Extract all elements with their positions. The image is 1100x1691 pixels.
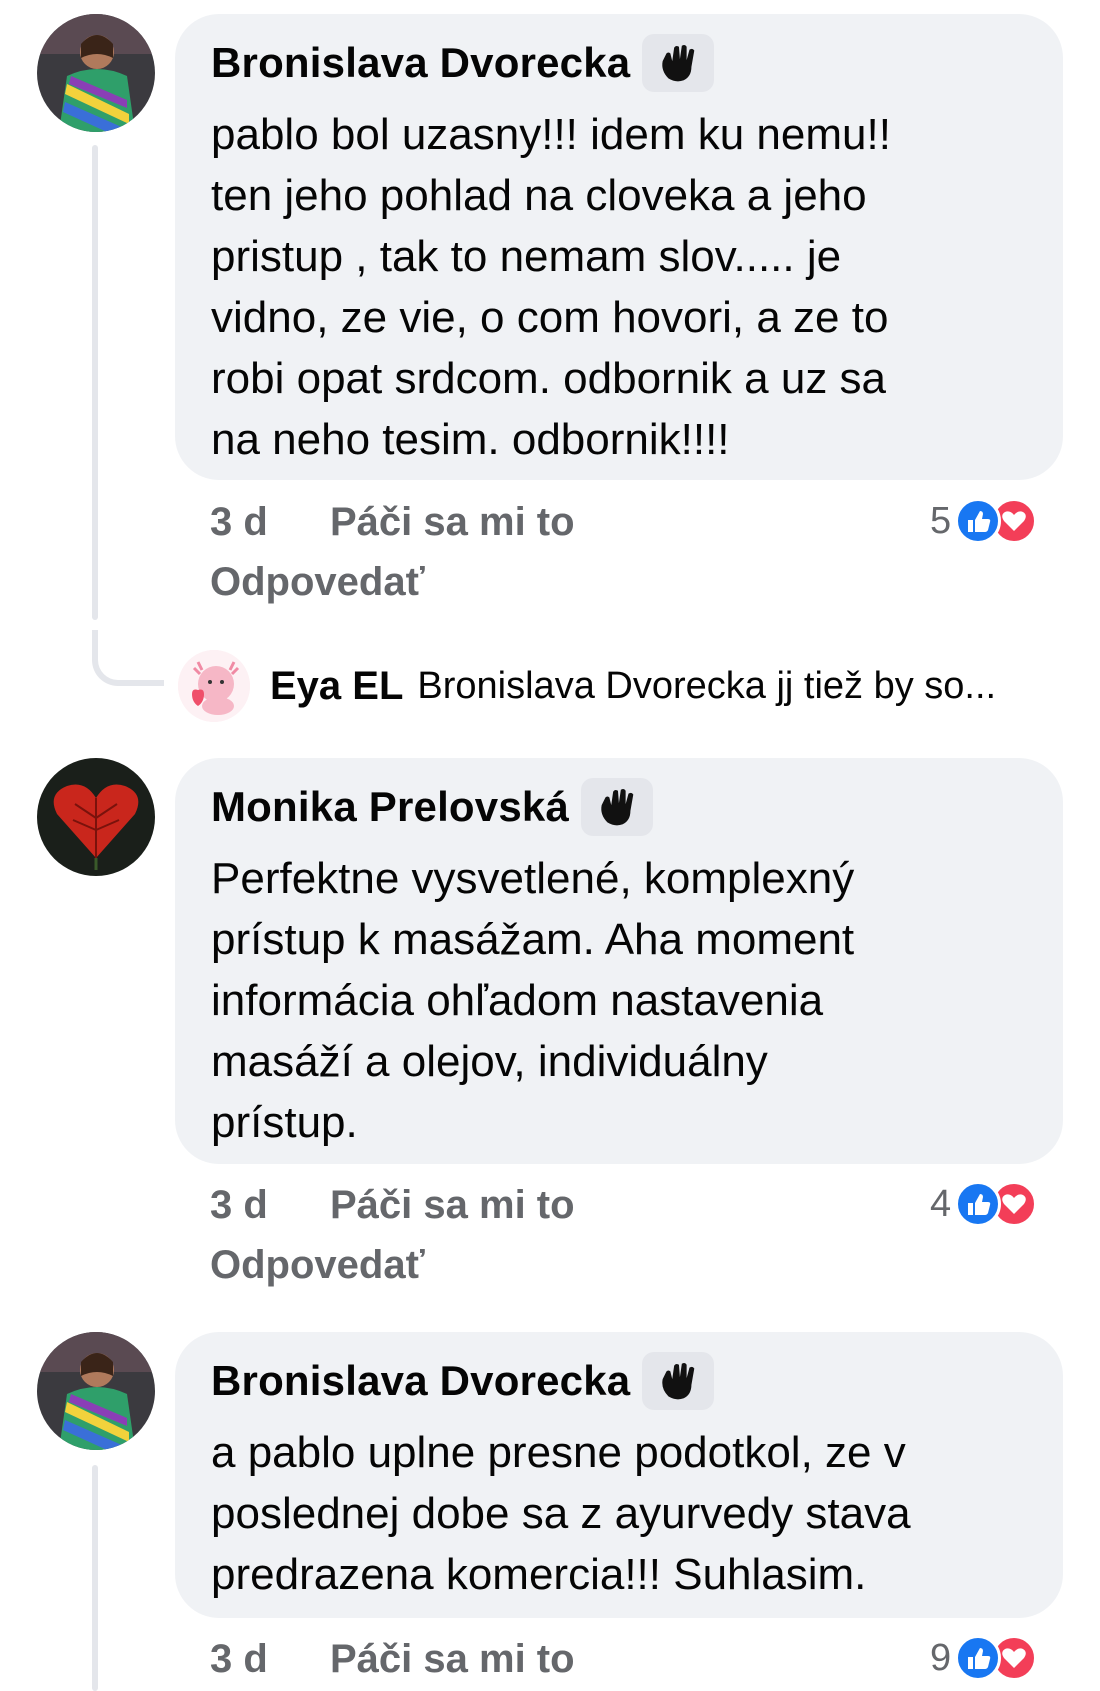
reaction-count: 4: [930, 1182, 952, 1225]
waving-hand-icon[interactable]: [581, 778, 654, 836]
reaction-summary[interactable]: 5: [930, 498, 1038, 544]
comment-bubble: Monika Prelovská Perfektne vysvetlené, k…: [175, 758, 1063, 1164]
heart-leaf-avatar-icon: [37, 758, 155, 876]
reply-button[interactable]: Odpovedať: [210, 560, 425, 605]
comment-author[interactable]: Monika Prelovská: [211, 783, 569, 831]
comment-time[interactable]: 3 d: [210, 500, 268, 545]
reply-author[interactable]: Eya EL: [270, 664, 403, 709]
comment-author[interactable]: Bronislava Dvorecka: [211, 1357, 630, 1405]
like-reaction-icon: [955, 1635, 1002, 1681]
thread-line: [92, 1465, 98, 1691]
comment-bubble: Bronislava Dvorecka pablo bol uzasny!!! …: [175, 14, 1063, 480]
like-button[interactable]: Páči sa mi to: [330, 1637, 575, 1682]
like-reaction-icon: [955, 498, 1002, 544]
thread-line: [92, 145, 98, 620]
reaction-count: 9: [930, 1636, 952, 1679]
avatar-photo-icon: [37, 1332, 155, 1450]
avatar[interactable]: [37, 1332, 155, 1450]
comment-text: pablo bol uzasny!!! idem ku nemu!! ten j…: [211, 110, 891, 464]
reaction-count: 5: [930, 499, 952, 542]
avatar[interactable]: [37, 758, 155, 876]
comment-time[interactable]: 3 d: [210, 1637, 268, 1682]
waving-hand-icon[interactable]: [642, 1352, 715, 1410]
comment-text: a pablo uplne presne podotkol, ze v posl…: [211, 1428, 911, 1599]
avatar[interactable]: [37, 14, 155, 132]
comment-text: Perfektne vysvetlené, komplexný prístup …: [211, 854, 855, 1147]
reply-preview[interactable]: Eya EL Bronislava Dvorecka jj tiež by so…: [178, 650, 996, 722]
reply-snippet[interactable]: Bronislava Dvorecka jj tiež by so...: [417, 665, 996, 708]
reaction-summary[interactable]: 9: [930, 1635, 1038, 1681]
reply-button[interactable]: Odpovedať: [210, 1243, 425, 1288]
like-button[interactable]: Páči sa mi to: [330, 500, 575, 545]
like-button[interactable]: Páči sa mi to: [330, 1183, 575, 1228]
comment-time[interactable]: 3 d: [210, 1183, 268, 1228]
avatar[interactable]: [178, 650, 250, 722]
waving-hand-icon[interactable]: [642, 34, 715, 92]
reaction-summary[interactable]: 4: [930, 1181, 1038, 1227]
avatar-photo-icon: [37, 14, 155, 132]
like-reaction-icon: [955, 1181, 1002, 1227]
thread-connector: [92, 630, 164, 686]
axolotl-avatar-icon: [178, 650, 250, 722]
comment-author[interactable]: Bronislava Dvorecka: [211, 39, 630, 87]
comment-bubble: Bronislava Dvorecka a pablo uplne presne…: [175, 1332, 1063, 1618]
